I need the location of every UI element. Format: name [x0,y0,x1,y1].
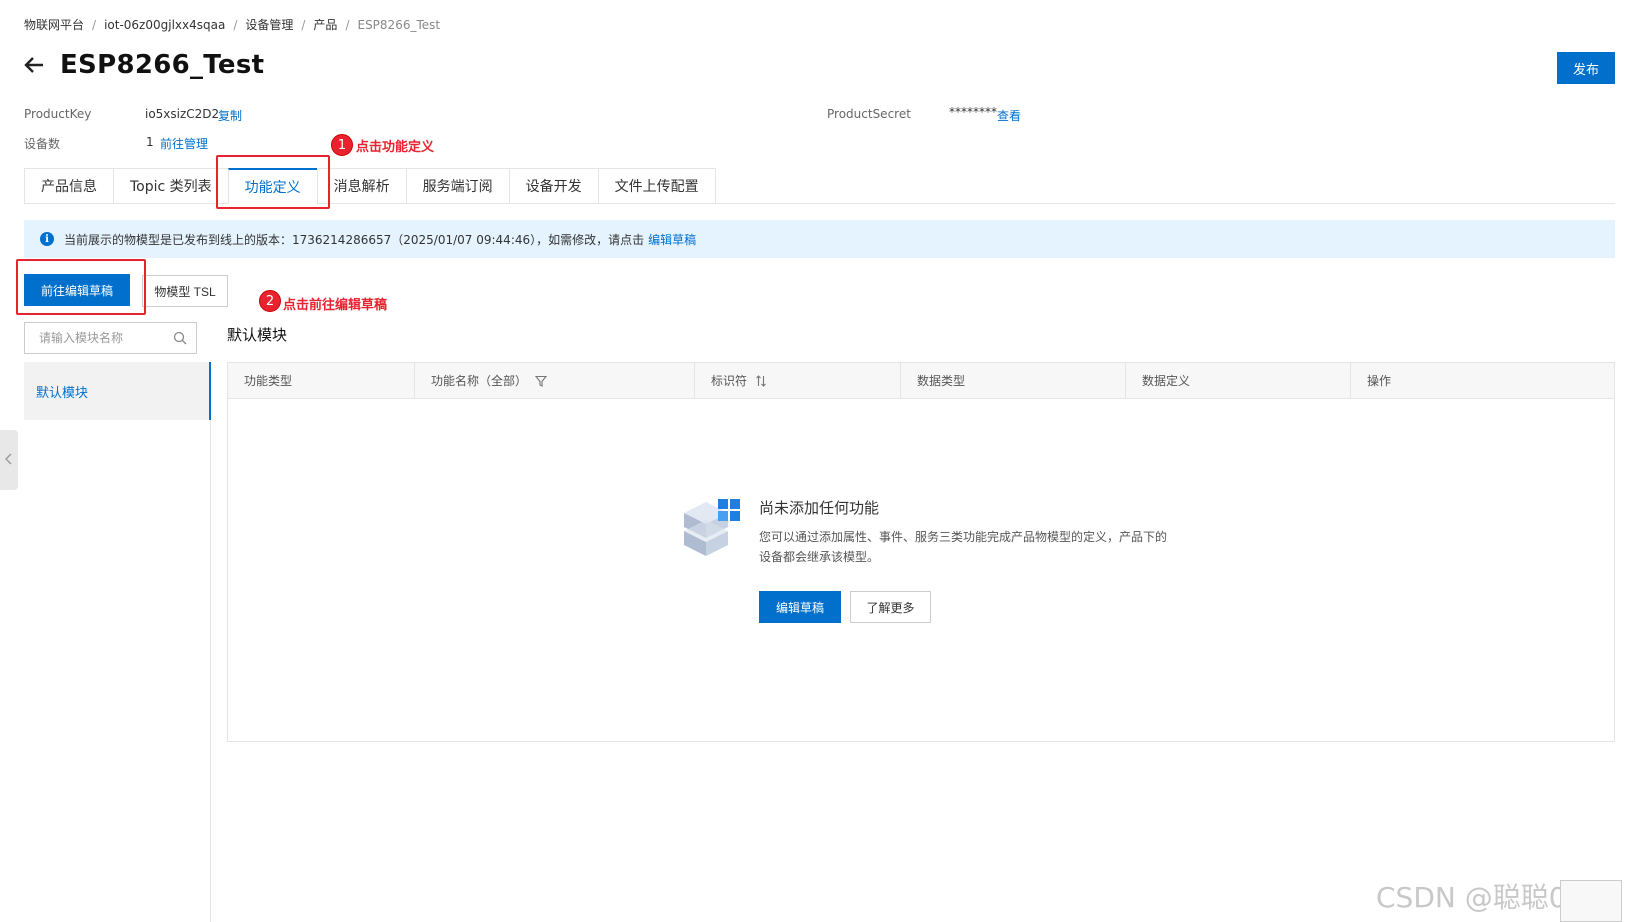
breadcrumb-current: ESP8266_Test [357,17,441,32]
column-label: 操作 [1367,374,1392,388]
sort-icon[interactable] [755,374,767,387]
empty-description: 您可以通过添加属性、事件、服务三类功能完成产品物模型的定义，产品下的设备都会继承… [759,530,1168,564]
annotation-box-step2 [16,259,146,315]
breadcrumb-separator: / [233,17,238,32]
sidebar-collapse-handle[interactable] [0,430,18,490]
info-text: 当前展示的物模型是已发布到线上的版本：1736214286657（2025/01… [64,232,645,247]
empty-cube-icon [680,493,744,564]
breadcrumb-item-iot-platform[interactable]: 物联网平台 [24,16,84,33]
tab-topic-list[interactable]: Topic 类列表 [113,168,228,204]
corner-widget [1560,880,1622,922]
product-key-value: io5xsizC2D2 [145,107,220,121]
section-title: 默认模块 [227,326,288,344]
module-item-default[interactable]: 默认模块 [24,362,211,420]
annotation-text-step2: 点击前往编辑草稿 [283,298,388,313]
empty-title: 尚未添加任何功能 [759,499,880,517]
column-header-function-name[interactable]: 功能名称（全部） [415,363,695,398]
column-header-identifier[interactable]: 标识符 [695,363,901,398]
copy-link[interactable]: 复制 [218,107,242,124]
breadcrumb-item-instance[interactable]: iot-06z00gjlxx4sqaa [104,18,225,32]
breadcrumb: 物联网平台 / iot-06z00gjlxx4sqaa / 设备管理 / 产品 … [24,16,440,33]
learn-more-button[interactable]: 了解更多 [850,591,931,623]
column-label: 数据类型 [917,374,966,388]
annotation-number-step2: 2 [259,290,281,312]
tsl-button[interactable]: 物模型 TSL [142,275,228,307]
breadcrumb-separator: / [301,17,306,32]
publish-button[interactable]: 发布 [1557,52,1615,84]
device-count-value: 1 [146,135,154,149]
module-search-input[interactable] [39,331,167,345]
product-secret-label: ProductSecret [827,107,911,121]
chevron-left-icon [5,453,13,468]
back-arrow-icon[interactable] [22,53,46,77]
column-label: 功能类型 [244,374,293,388]
tab-file-upload-config[interactable]: 文件上传配置 [597,168,716,204]
edit-draft-button[interactable]: 编辑草稿 [759,591,841,623]
title-row: ESP8266_Test [22,50,264,80]
product-secret-value: ******** [949,105,997,119]
function-table: 功能类型 功能名称（全部） 标识符 数据类型 数据定义 操作 尚未添加任何功能 … [227,362,1615,742]
info-icon: i [40,232,54,246]
filter-icon[interactable] [535,375,548,387]
column-header-actions: 操作 [1351,363,1614,398]
annotation-number-step1: 1 [331,134,353,156]
breadcrumb-item-device-manage[interactable]: 设备管理 [245,16,293,33]
column-label: 数据定义 [1142,374,1191,388]
tab-message-parse[interactable]: 消息解析 [316,168,406,204]
sidebar-divider [210,362,211,922]
column-header-data-definition: 数据定义 [1126,363,1351,398]
column-label: 功能名称（全部） [431,374,528,388]
breadcrumb-separator: / [345,17,350,32]
tab-product-info[interactable]: 产品信息 [24,168,113,204]
table-header: 功能类型 功能名称（全部） 标识符 数据类型 数据定义 操作 [228,363,1614,399]
column-label: 标识符 [711,374,748,388]
info-edit-draft-link[interactable]: 编辑草稿 [648,231,696,248]
info-bar: i 当前展示的物模型是已发布到线上的版本：1736214286657（2025/… [24,220,1615,258]
annotation-box-step1 [216,155,330,209]
search-icon[interactable] [173,331,187,345]
view-secret-link[interactable]: 查看 [997,107,1021,124]
column-header-data-type: 数据类型 [901,363,1126,398]
annotation-text-step1: 点击功能定义 [356,140,435,155]
breadcrumb-item-product[interactable]: 产品 [313,16,337,33]
breadcrumb-separator: / [92,17,97,32]
device-count-label: 设备数 [24,137,61,151]
product-key-label: ProductKey [24,107,92,121]
goto-manage-link[interactable]: 前往管理 [160,135,208,152]
tab-server-subscription[interactable]: 服务端订阅 [405,168,509,204]
page-title: ESP8266_Test [60,50,265,80]
column-header-function-type: 功能类型 [228,363,415,398]
module-search-box [24,322,197,354]
tab-device-development[interactable]: 设备开发 [508,168,598,204]
